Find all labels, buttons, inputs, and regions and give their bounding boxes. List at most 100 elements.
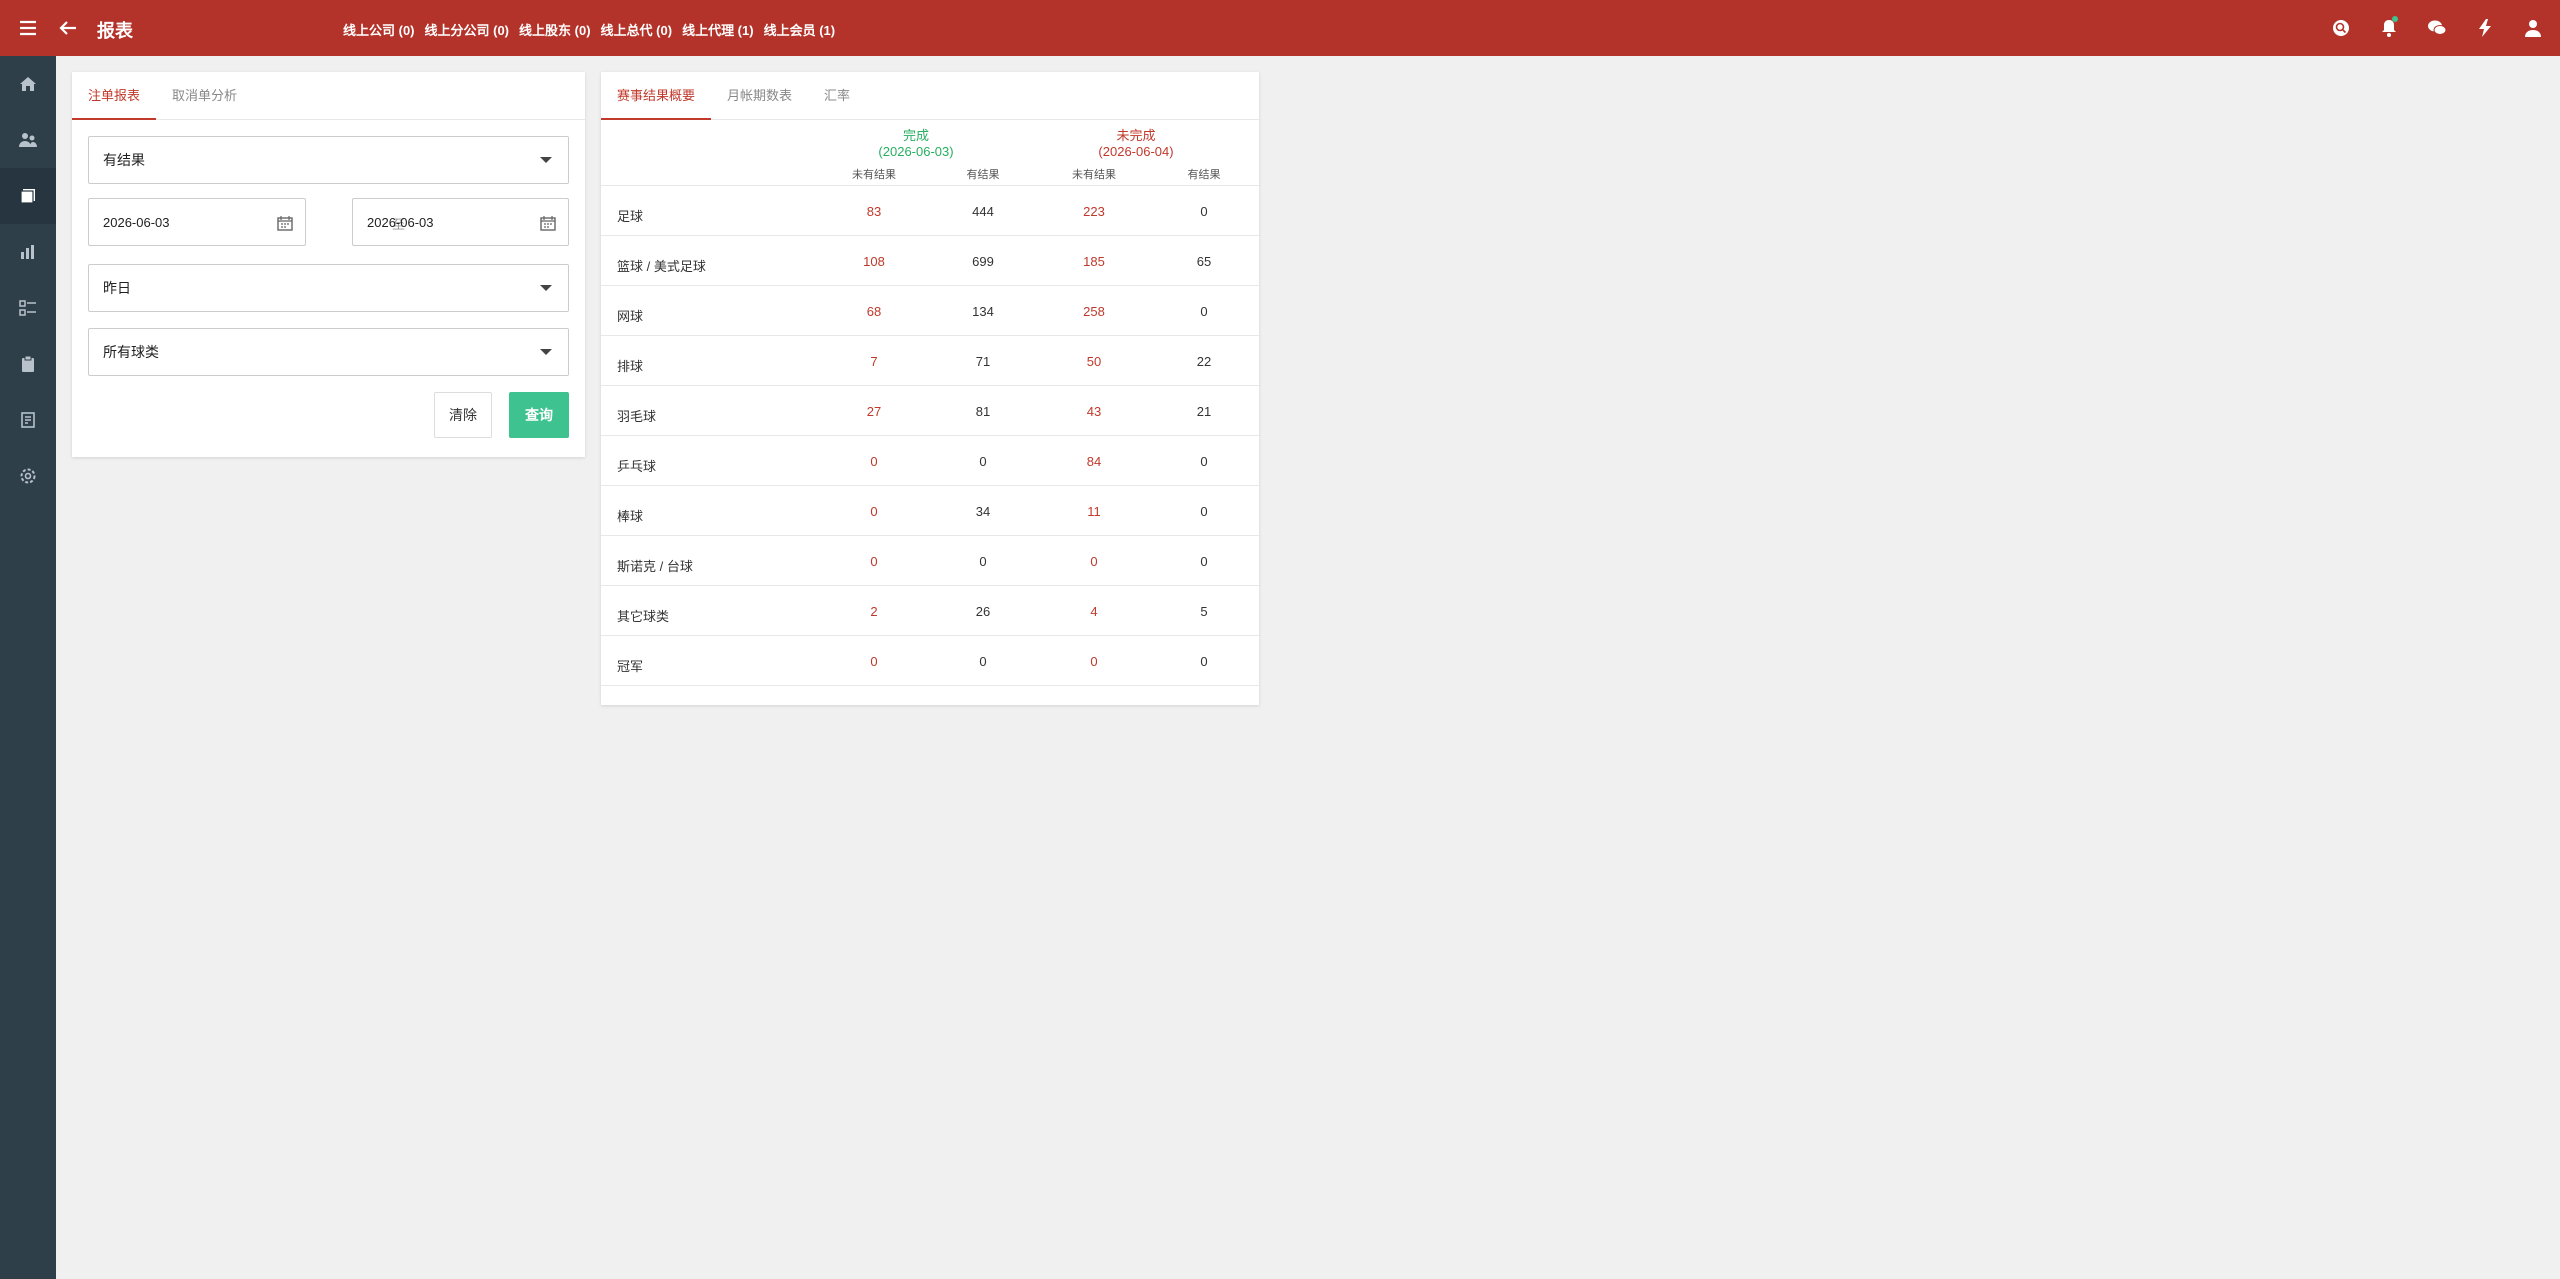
column-header: 未有结果 [1072,169,1116,181]
caret-down-icon [540,349,552,355]
sport-name: 乒乓球 [617,459,657,474]
completed-result-count: 34 [975,504,991,519]
summary-tabs: 赛事结果概要 月帐期数表 汇率 [601,72,1259,120]
tab-cancel-analysis[interactable]: 取消单分析 [156,72,253,119]
sport-name: 冠军 [617,659,644,674]
pending-no-result-count: 258 [1083,304,1105,319]
pending-result-count: 65 [1196,254,1212,269]
sidebar-item-reports[interactable] [0,168,56,224]
table-row: 冠军 0 0 0 0 [601,636,1259,686]
date-from-value: 2026-06-03 [103,214,170,230]
sport-name: 排球 [617,359,644,374]
completed-no-result-count: 68 [866,304,882,319]
pending-no-result-count: 0 [1090,554,1098,569]
group-header-pending: 未完成 (2026-06-04) [1071,128,1201,160]
hamburger-menu-icon[interactable] [16,16,40,40]
completed-result-count: 444 [972,204,994,219]
pending-no-result-count: 50 [1086,354,1102,369]
sport-name: 足球 [617,209,644,224]
settings-icon [20,468,36,484]
clear-button[interactable]: 清除 [434,392,492,438]
table-row: 羽毛球 27 81 43 21 [601,386,1259,436]
online-stats: 线上公司 (0) 线上分公司 (0) 线上股东 (0) 线上总代 (0) 线上代… [343,20,835,39]
page-title: 报表 [97,21,133,41]
completed-no-result-count: 108 [863,254,885,269]
pending-result-count: 21 [1196,404,1212,419]
date-to-input[interactable]: 2026-06-03 [352,198,569,246]
bell-icon[interactable] [2378,14,2400,42]
search-button[interactable]: 查询 [509,392,569,438]
online-shareholder-link[interactable]: 线上股东 (0) [519,20,591,39]
completed-no-result-count: 27 [866,404,882,419]
pending-no-result-count: 223 [1083,204,1105,219]
header-actions [2330,14,2544,42]
list-icon [19,300,36,316]
sport-name: 篮球 / 美式足球 [617,259,706,274]
online-agent-link[interactable]: 线上代理 (1) [682,20,754,39]
pending-no-result-count: 4 [1090,604,1098,619]
pending-result-count: 22 [1196,354,1212,369]
back-arrow-icon[interactable] [56,16,80,40]
sidebar-item-statistics[interactable] [0,224,56,280]
group-completed-date: (2026-06-03) [878,144,954,159]
pending-result-count: 0 [1200,454,1208,469]
tab-exchange-rate[interactable]: 汇率 [808,72,866,119]
calendar-icon[interactable] [277,215,293,231]
completed-no-result-count: 0 [870,554,878,569]
bolt-icon[interactable] [2474,14,2496,42]
users-icon [19,133,37,147]
sidebar-item-users[interactable] [0,112,56,168]
completed-result-count: 0 [979,454,987,469]
sidebar-item-clipboard[interactable] [0,336,56,392]
filter-panel: 注单报表 取消单分析 有结果 2026-06-03 至 2026-06-03 昨… [72,72,585,457]
period-select[interactable]: 昨日 [88,264,569,312]
online-company-link[interactable]: 线上公司 (0) [343,20,415,39]
bar-chart-icon [21,245,34,259]
table-row: 足球 83 444 223 0 [601,186,1259,236]
tab-results-summary[interactable]: 赛事结果概要 [601,72,712,120]
home-icon [20,77,36,91]
results-summary-panel: 赛事结果概要 月帐期数表 汇率 完成 (2026-06-03) 未完成 (202… [601,72,1259,705]
completed-result-count: 0 [979,654,987,669]
date-to-value: 2026-06-03 [367,214,434,230]
clipboard-icon [22,355,34,372]
sidebar-item-settings[interactable] [0,448,56,504]
completed-result-count: 699 [972,254,994,269]
notification-dot [2392,16,2398,22]
notes-icon [21,412,35,428]
pending-no-result-count: 84 [1086,454,1102,469]
table-header: 完成 (2026-06-03) 未完成 (2026-06-04) 未有结果 有结… [601,120,1259,186]
pending-no-result-count: 0 [1090,654,1098,669]
sport-select[interactable]: 所有球类 [88,328,569,376]
sidebar-item-notes[interactable] [0,392,56,448]
sidebar-item-home[interactable] [0,56,56,112]
online-general-agent-link[interactable]: 线上总代 (0) [601,20,673,39]
completed-no-result-count: 0 [870,654,878,669]
pending-result-count: 0 [1200,304,1208,319]
search-icon[interactable] [2330,14,2352,42]
pending-result-count: 5 [1200,604,1208,619]
tab-monthly-periods[interactable]: 月帐期数表 [711,72,808,119]
report-icon [20,189,35,204]
group-completed-label: 完成 [902,128,929,143]
tab-bet-report[interactable]: 注单报表 [72,72,157,120]
group-header-completed: 完成 (2026-06-03) [851,128,981,160]
sport-select-value: 所有球类 [103,344,159,360]
group-pending-date: (2026-06-04) [1098,144,1174,159]
calendar-icon[interactable] [540,215,556,231]
caret-down-icon [540,285,552,291]
caret-down-icon [540,157,552,163]
online-member-link[interactable]: 线上会员 (1) [764,20,836,39]
table-body: 足球 83 444 223 0 篮球 / 美式足球 108 699 185 65 网球 68 134 25… [601,186,1259,686]
completed-result-count: 26 [975,604,991,619]
result-select[interactable]: 有结果 [88,136,569,184]
online-branch-link[interactable]: 线上分公司 (0) [425,20,510,39]
user-icon[interactable] [2522,14,2544,42]
chat-icon[interactable] [2426,14,2448,42]
completed-no-result-count: 7 [870,354,878,369]
column-header: 未有结果 [852,169,896,181]
completed-no-result-count: 0 [870,454,878,469]
date-from-input[interactable]: 2026-06-03 [88,198,306,246]
sidebar-item-lists[interactable] [0,280,56,336]
pending-result-count: 0 [1200,504,1208,519]
